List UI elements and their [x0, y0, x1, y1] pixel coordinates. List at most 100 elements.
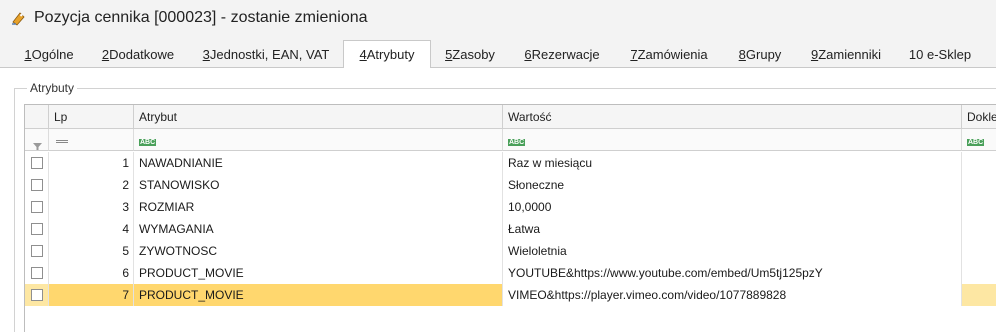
tab-hotkey: 3	[202, 46, 210, 62]
row-checkbox[interactable]	[31, 267, 43, 279]
header-attribute[interactable]: Atrybut	[134, 105, 503, 129]
row-attribute: STANOWISKO	[134, 174, 503, 196]
tab-atrybuty[interactable]: 4 Atrybuty	[343, 40, 431, 69]
tab-hotkey: 8	[738, 46, 746, 62]
abc-filter-icon: ABC	[139, 139, 157, 146]
tab-grupy[interactable]: 8 Grupy	[724, 40, 796, 68]
grid-header-row: Lp Atrybut Wartość Doklejać do	[25, 105, 996, 129]
row-checkbox[interactable]	[31, 245, 43, 257]
filter-attribute[interactable]: ABC	[134, 129, 503, 151]
row-select-cell[interactable]	[25, 284, 49, 306]
table-row[interactable]: 6 PRODUCT_MOVIE YOUTUBE&https://www.yout…	[25, 262, 996, 284]
table-row[interactable]: 2 STANOWISKO Słoneczne	[25, 174, 996, 196]
row-select-cell[interactable]	[25, 152, 49, 174]
row-attribute: NAWADNIANIE	[134, 152, 503, 174]
attributes-grid[interactable]: Lp Atrybut Wartość Doklejać do ABC ABC A…	[24, 104, 996, 332]
tab-zasoby[interactable]: 5 Zasoby	[432, 40, 508, 68]
row-checkbox[interactable]	[31, 179, 43, 191]
tab-bar: 1 Ogólne 2 Dodatkowe 3 Jednostki, EAN, V…	[0, 40, 996, 69]
row-value[interactable]: Wieloletnia	[503, 240, 962, 262]
row-lp: 1	[49, 152, 134, 174]
tab-ogolne[interactable]: 1 Ogólne	[12, 40, 86, 68]
row-attach[interactable]	[962, 240, 996, 262]
row-lp: 6	[49, 262, 134, 284]
tab-dodatkowe[interactable]: 2 Dodatkowe	[88, 40, 188, 68]
tab-label: Zamienniki	[818, 46, 882, 62]
row-checkbox[interactable]	[31, 223, 43, 235]
tab-hotkey: 4	[359, 47, 367, 62]
row-value[interactable]: Raz w miesiącu	[503, 152, 962, 174]
filter-value[interactable]: ABC	[503, 129, 962, 151]
funnel-icon	[33, 137, 42, 150]
row-select-cell[interactable]	[25, 174, 49, 196]
tab-zamienniki[interactable]: 9 Zamienniki	[798, 40, 894, 68]
row-attribute: WYMAGANIA	[134, 218, 503, 240]
attributes-group-label: Atrybuty	[27, 81, 78, 95]
row-checkbox[interactable]	[31, 289, 43, 301]
tab-hotkey: 1	[24, 46, 32, 62]
filter-attach[interactable]: ABC	[962, 129, 996, 151]
tab-hotkey: 6	[524, 46, 532, 62]
tab-label: Grupy	[745, 46, 782, 62]
row-attach[interactable]	[962, 284, 996, 306]
tab-jednostki[interactable]: 3 Jednostki, EAN, VAT	[190, 40, 342, 68]
abc-filter-icon: ABC	[967, 139, 985, 146]
row-select-cell[interactable]	[25, 196, 49, 218]
header-select-column[interactable]	[25, 105, 49, 129]
tab-label: Dodatkowe	[109, 46, 175, 62]
table-row[interactable]: 4 WYMAGANIA Łatwa	[25, 218, 996, 240]
row-attribute: ROZMIAR	[134, 196, 503, 218]
tab-label: 10 e-Sklep	[908, 46, 972, 62]
tab-zamowienia[interactable]: 7 Zamówienia	[616, 40, 722, 68]
row-value[interactable]: YOUTUBE&https://www.youtube.com/embed/Um…	[503, 262, 962, 284]
filter-lp[interactable]	[49, 129, 134, 151]
row-attach[interactable]	[962, 218, 996, 240]
row-attribute: PRODUCT_MOVIE	[134, 284, 503, 306]
window-title: Pozycja cennika [000023] - zostanie zmie…	[34, 9, 368, 26]
tab-e-sklep[interactable]: 10 e-Sklep	[896, 40, 984, 68]
tab-label: Atrybuty	[366, 47, 415, 62]
row-value[interactable]: 10,0000	[503, 196, 962, 218]
row-lp: 4	[49, 218, 134, 240]
row-select-cell[interactable]	[25, 262, 49, 284]
tab-hotkey: 2	[101, 46, 110, 62]
table-row-selected[interactable]: 7 PRODUCT_MOVIE VIMEO&https://player.vim…	[25, 284, 996, 306]
header-value[interactable]: Wartość	[503, 105, 962, 129]
equals-icon	[56, 140, 68, 143]
grid-filter-row: ABC ABC ABC	[25, 129, 996, 151]
row-attribute: PRODUCT_MOVIE	[134, 262, 503, 284]
tab-label: Rezerwacje	[531, 46, 600, 62]
row-attach[interactable]	[962, 262, 996, 284]
row-value[interactable]: Słoneczne	[503, 174, 962, 196]
row-checkbox[interactable]	[31, 201, 43, 213]
header-attach[interactable]: Doklejać do	[962, 105, 996, 129]
row-select-cell[interactable]	[25, 218, 49, 240]
tab-label: Zamówienia	[637, 46, 708, 62]
row-attribute: ZYWOTNOSC	[134, 240, 503, 262]
filter-toggle[interactable]	[25, 129, 49, 151]
row-lp: 7	[49, 284, 134, 306]
tab-hotkey: 7	[630, 46, 638, 62]
row-select-cell[interactable]	[25, 240, 49, 262]
tab-label: Zasoby	[452, 46, 495, 62]
tab-rezerwacje[interactable]: 6 Rezerwacje	[510, 40, 614, 68]
window: Pozycja cennika [000023] - zostanie zmie…	[0, 0, 996, 332]
table-row[interactable]: 3 ROZMIAR 10,0000	[25, 196, 996, 218]
price-list-icon	[10, 9, 28, 27]
tab-hotkey: 5	[445, 46, 453, 62]
table-row[interactable]: 5 ZYWOTNOSC Wieloletnia	[25, 240, 996, 262]
row-lp: 2	[49, 174, 134, 196]
row-checkbox[interactable]	[31, 157, 43, 169]
tab-label: Ogólne	[31, 46, 74, 62]
row-attach[interactable]	[962, 174, 996, 196]
table-row[interactable]: 1 NAWADNIANIE Raz w miesiącu	[25, 152, 996, 174]
row-value-editing[interactable]: VIMEO&https://player.vimeo.com/video/107…	[503, 284, 962, 306]
row-attach[interactable]	[962, 196, 996, 218]
row-attach[interactable]	[962, 152, 996, 174]
row-lp: 5	[49, 240, 134, 262]
tab-hotkey: 9	[810, 46, 819, 62]
row-lp: 3	[49, 196, 134, 218]
title-bar: Pozycja cennika [000023] - zostanie zmie…	[0, 0, 996, 36]
header-lp[interactable]: Lp	[49, 105, 134, 129]
row-value[interactable]: Łatwa	[503, 218, 962, 240]
